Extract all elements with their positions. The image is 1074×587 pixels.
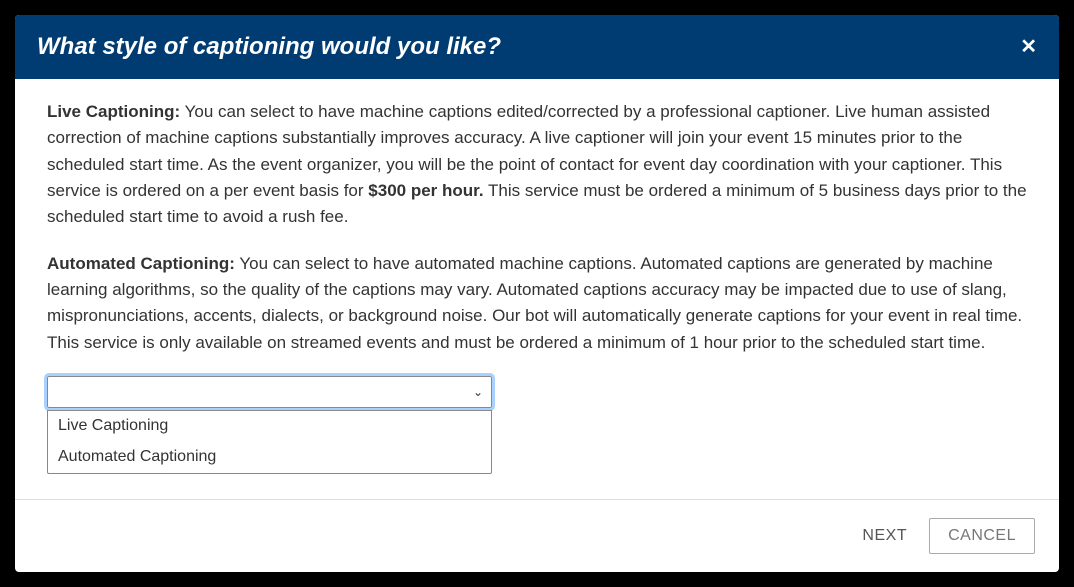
live-captioning-label: Live Captioning: [47, 102, 180, 121]
dropdown-option-live[interactable]: Live Captioning [48, 411, 491, 442]
cancel-button[interactable]: CANCEL [929, 518, 1035, 554]
automated-captioning-label: Automated Captioning: [47, 254, 235, 273]
live-captioning-description: Live Captioning: You can select to have … [47, 99, 1027, 231]
next-button[interactable]: NEXT [858, 519, 911, 553]
captioning-style-modal: What style of captioning would you like?… [15, 15, 1059, 572]
modal-footer: NEXT CANCEL [15, 499, 1059, 572]
live-captioning-price: $300 per hour. [368, 181, 483, 200]
close-icon[interactable]: ✕ [1020, 37, 1037, 57]
modal-title: What style of captioning would you like? [37, 33, 501, 61]
chevron-down-icon: ⌄ [473, 383, 483, 402]
dropdown-option-automated[interactable]: Automated Captioning [48, 442, 491, 473]
captioning-style-dropdown: Live Captioning Automated Captioning [47, 410, 492, 474]
automated-captioning-description: Automated Captioning: You can select to … [47, 251, 1027, 356]
modal-header: What style of captioning would you like?… [15, 15, 1059, 79]
captioning-style-select-wrapper: ⌄ Live Captioning Automated Captioning [47, 376, 492, 408]
modal-body: Live Captioning: You can select to have … [15, 79, 1059, 499]
captioning-style-select[interactable]: ⌄ [47, 376, 492, 408]
